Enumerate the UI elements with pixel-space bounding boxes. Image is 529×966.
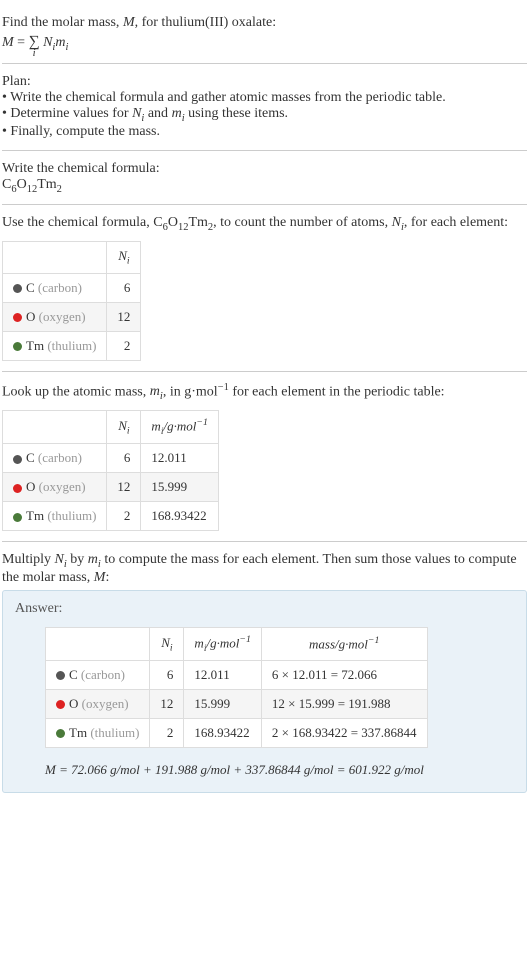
element-cell: Tm (thulium) xyxy=(3,331,107,360)
dot-icon xyxy=(13,513,22,522)
element-cell: O (oxygen) xyxy=(46,689,150,718)
m-value: 12.011 xyxy=(184,660,261,689)
m-value: 15.999 xyxy=(141,473,218,502)
intro-var: M xyxy=(123,15,135,30)
n-value: 12 xyxy=(150,689,184,718)
count-table: Ni C (carbon) 6 O (oxygen) 12 Tm (thuliu… xyxy=(2,241,141,361)
element-cell: O (oxygen) xyxy=(3,302,107,331)
element-cell: C (carbon) xyxy=(46,660,150,689)
plan-title: Plan: xyxy=(2,74,527,90)
mi-var: mi xyxy=(172,106,185,121)
table-row: O (oxygen) 12 xyxy=(3,302,141,331)
answer-box: Answer: Ni mi/g·mol−1 mass/g·mol−1 C (ca… xyxy=(2,590,527,793)
intro-section: Find the molar mass, M, for thulium(III)… xyxy=(2,5,527,64)
plan-bullet-3: • Finally, compute the mass. xyxy=(2,124,527,140)
dot-icon xyxy=(13,313,22,322)
answer-header-mi: mi/g·mol−1 xyxy=(184,627,261,660)
masses-header-mi: mi/g·mol−1 xyxy=(141,411,218,444)
m-var: M xyxy=(94,570,106,585)
m-value: 168.93422 xyxy=(141,502,218,531)
table-row: O (oxygen) 12 15.999 12 × 15.999 = 191.9… xyxy=(46,689,428,718)
count-header-ni: Ni xyxy=(107,242,141,274)
element-cell: Tm (thulium) xyxy=(3,502,107,531)
dot-icon xyxy=(56,671,65,680)
answer-header-mass: mass/g·mol−1 xyxy=(261,627,427,660)
calc-value: 12 × 15.999 = 191.988 xyxy=(261,689,427,718)
calc-value: 2 × 168.93422 = 337.86844 xyxy=(261,718,427,747)
element-cell: O (oxygen) xyxy=(3,473,107,502)
table-row: Tm (thulium) 2 168.93422 2 × 168.93422 =… xyxy=(46,718,428,747)
dot-icon xyxy=(13,484,22,493)
chemical-formula: C6O12Tm2 xyxy=(2,177,527,195)
n-value: 6 xyxy=(107,444,141,473)
table-row: C (carbon) 6 12.011 6 × 12.011 = 72.066 xyxy=(46,660,428,689)
intro-suffix: , for thulium(III) oxalate: xyxy=(135,15,277,30)
dot-icon xyxy=(13,284,22,293)
final-equation-text: M = 72.066 g/mol + 191.988 g/mol + 337.8… xyxy=(45,762,424,777)
masses-header-ni: Ni xyxy=(107,411,141,444)
masses-text: Look up the atomic mass, mi, in g·mol−1 … xyxy=(2,382,527,402)
masses-table: Ni mi/g·mol−1 C (carbon) 6 12.011 O (oxy… xyxy=(2,410,219,531)
n-value: 2 xyxy=(150,718,184,747)
answer-table: Ni mi/g·mol−1 mass/g·mol−1 C (carbon) 6 … xyxy=(45,627,428,748)
intro-prefix: Find the molar mass, xyxy=(2,15,123,30)
count-section: Use the chemical formula, C6O12Tm2, to c… xyxy=(2,205,527,371)
m-value: 12.011 xyxy=(141,444,218,473)
plan-bullet-1: • Write the chemical formula and gather … xyxy=(2,90,527,106)
ni-inline: Ni xyxy=(55,552,67,567)
n-value: 2 xyxy=(107,502,141,531)
formula-title: Write the chemical formula: xyxy=(2,161,527,177)
sum-index: i xyxy=(33,47,36,59)
plan-bullet-2: • Determine values for Ni and mi using t… xyxy=(2,106,527,124)
eq-ni: Ni xyxy=(43,35,55,50)
masses-header-blank xyxy=(3,411,107,444)
answer-header-ni: Ni xyxy=(150,627,184,660)
m-value: 168.93422 xyxy=(184,718,261,747)
element-cell: C (carbon) xyxy=(3,273,107,302)
answer-header-blank xyxy=(46,627,150,660)
mi-inline: mi xyxy=(150,384,163,399)
sum-symbol: ∑i xyxy=(29,33,40,51)
multiply-section: Multiply Ni by mi to compute the mass fo… xyxy=(2,542,527,803)
table-row: C (carbon) 6 12.011 xyxy=(3,444,219,473)
table-row: Tm (thulium) 2 168.93422 xyxy=(3,502,219,531)
masses-section: Look up the atomic mass, mi, in g·mol−1 … xyxy=(2,372,527,542)
ni-var: Ni xyxy=(132,106,144,121)
plan-section: Plan: • Write the chemical formula and g… xyxy=(2,64,527,151)
n-value: 6 xyxy=(150,660,184,689)
answer-label: Answer: xyxy=(15,601,514,617)
element-cell: Tm (thulium) xyxy=(46,718,150,747)
mi-inline: mi xyxy=(88,552,101,567)
calc-value: 6 × 12.011 = 72.066 xyxy=(261,660,427,689)
m-value: 15.999 xyxy=(184,689,261,718)
multiply-text: Multiply Ni by mi to compute the mass fo… xyxy=(2,552,527,586)
count-value: 12 xyxy=(107,302,141,331)
count-value: 6 xyxy=(107,273,141,302)
dot-icon xyxy=(13,455,22,464)
eq-equals: = xyxy=(17,35,28,50)
final-equation: M = 72.066 g/mol + 191.988 g/mol + 337.8… xyxy=(45,762,514,778)
eq-lhs: M xyxy=(2,35,14,50)
intro-equation: M = ∑i Nimi xyxy=(2,33,527,53)
n-value: 12 xyxy=(107,473,141,502)
formula-inline: C6O12Tm2 xyxy=(153,215,213,230)
element-cell: C (carbon) xyxy=(3,444,107,473)
table-row: O (oxygen) 12 15.999 xyxy=(3,473,219,502)
table-row: Tm (thulium) 2 xyxy=(3,331,141,360)
table-row: C (carbon) 6 xyxy=(3,273,141,302)
count-header-blank xyxy=(3,242,107,274)
formula-section: Write the chemical formula: C6O12Tm2 xyxy=(2,151,527,206)
count-text: Use the chemical formula, C6O12Tm2, to c… xyxy=(2,215,527,233)
count-value: 2 xyxy=(107,331,141,360)
intro-text: Find the molar mass, M, for thulium(III)… xyxy=(2,15,527,31)
dot-icon xyxy=(13,342,22,351)
eq-mi: mi xyxy=(55,35,68,50)
dot-icon xyxy=(56,729,65,738)
ni-inline: Ni xyxy=(392,215,404,230)
dot-icon xyxy=(56,700,65,709)
